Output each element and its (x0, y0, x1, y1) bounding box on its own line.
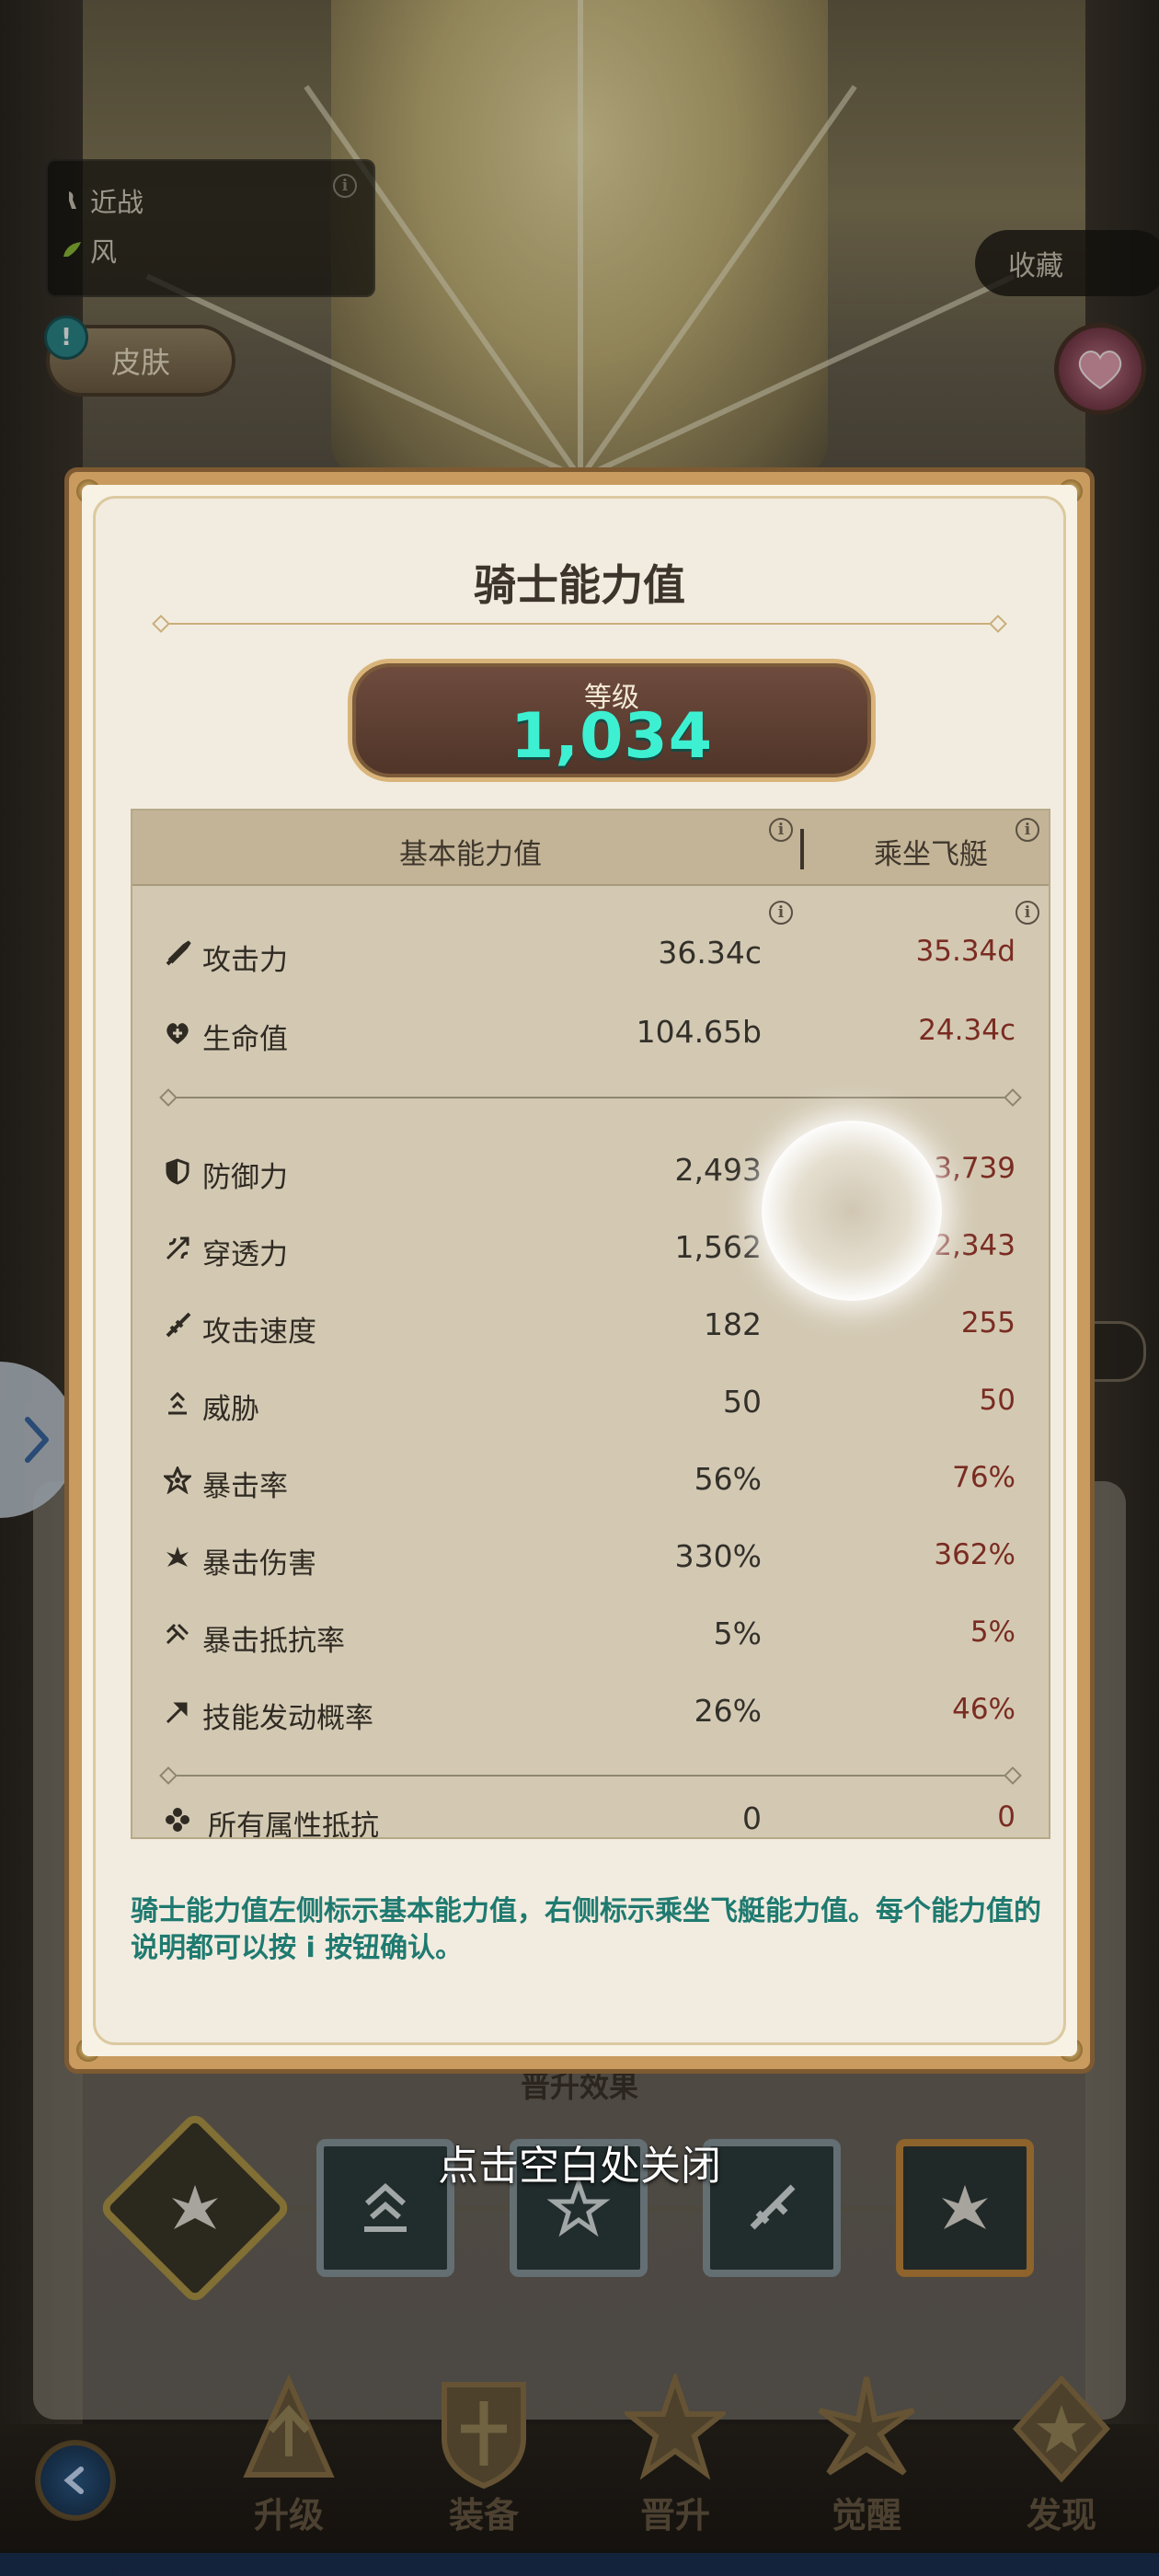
stats-divider (167, 1775, 1014, 1777)
knight-stats-modal: 骑士能力值 等级 1,034 基本能力值 i 乘坐飞艇 i i i 攻击力 36… (64, 467, 1095, 2074)
stat-row-skill-chance[interactable]: 技能发动概率 26% 46% (132, 1685, 1049, 1741)
close-hint: 点击空白处关闭 (438, 2143, 721, 2190)
base-column-info-icon[interactable]: i (769, 901, 793, 925)
stat-row-threat[interactable]: 威胁 50 50 (132, 1376, 1049, 1432)
heart-icon (166, 1023, 189, 1044)
stat-row-crit-damage[interactable]: 暴击伤害 330% 362% (132, 1531, 1049, 1586)
crit-resist-icon (166, 1623, 189, 1645)
modal-description: 骑士能力值左侧标示基本能力值，右侧标示乘坐飞艇能力值。每个能力值的说明都可以按 … (131, 1895, 1041, 1964)
crit-damage-icon (166, 1547, 189, 1567)
skill-chance-icon (166, 1702, 188, 1724)
stat-row-crit-resist[interactable]: 暴击抵抗率 5% 5% (132, 1608, 1049, 1663)
title-divider (160, 623, 999, 625)
sword-icon (166, 940, 191, 966)
all-resist-icon (166, 1808, 189, 1832)
attack-speed-icon (166, 1312, 191, 1338)
tap-indicator (762, 1121, 942, 1301)
stat-row-attack-speed[interactable]: 攻击速度 182 255 (132, 1299, 1049, 1354)
level-plate: 等级 1,034 (348, 659, 876, 782)
stats-divider (167, 1097, 1014, 1098)
stats-header: 基本能力值 i 乘坐飞艇 i (132, 811, 1049, 886)
stat-row-hp[interactable]: 生命值 104.65b 24.34c (132, 1006, 1049, 1062)
stat-row-crit-rate[interactable]: 暴击率 56% 76% (132, 1454, 1049, 1509)
stat-row-attack[interactable]: 攻击力 36.34c 35.34d (132, 927, 1049, 983)
header-base-stats: 基本能力值 (399, 838, 542, 871)
threat-icon (168, 1391, 187, 1415)
pierce-icon (166, 1236, 189, 1260)
base-stats-info-icon[interactable]: i (769, 818, 793, 842)
stats-table: 基本能力值 i 乘坐飞艇 i i i 攻击力 36.34c 35.34d 生命值… (131, 809, 1050, 1839)
level-value: 1,034 (510, 700, 714, 773)
modal-title: 骑士能力值 (474, 560, 685, 610)
stat-row-all-resist[interactable]: 所有属性抵抗 0 0 (132, 1793, 1049, 1837)
crit-rate-icon (164, 1466, 191, 1494)
airship-stats-info-icon[interactable]: i (1016, 818, 1039, 842)
header-separator (800, 829, 804, 869)
header-airship-stats: 乘坐飞艇 (874, 838, 988, 871)
shield-icon (166, 1158, 189, 1185)
airship-column-info-icon[interactable]: i (1016, 901, 1039, 925)
